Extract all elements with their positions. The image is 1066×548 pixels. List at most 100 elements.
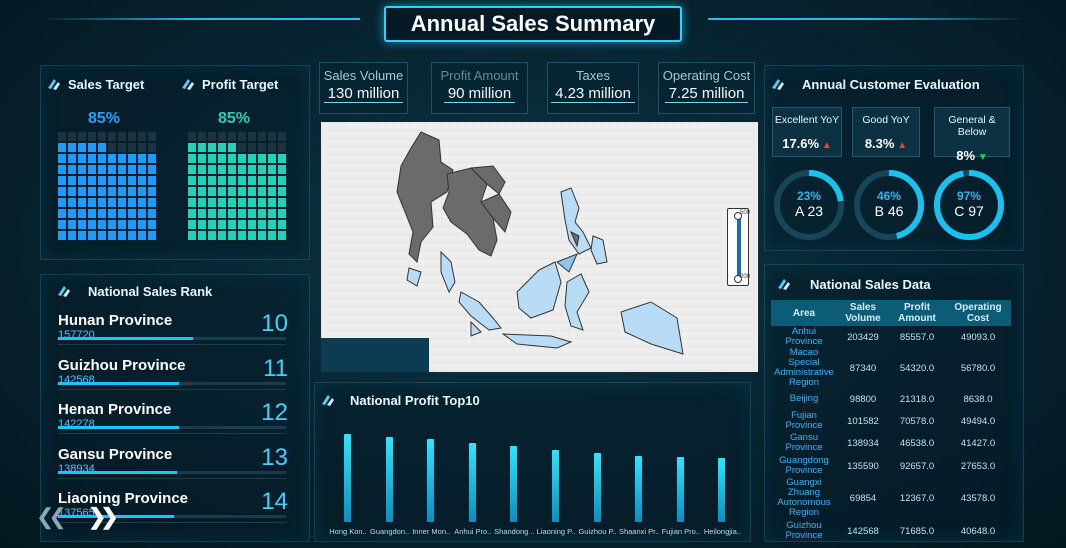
waffle-cell — [78, 198, 86, 207]
waffle-cell — [268, 154, 276, 163]
table-row[interactable]: Gansu Province 138934 46538.0 41427.0 — [771, 432, 1011, 454]
ring-percent: 97% — [956, 189, 982, 203]
table-row[interactable]: Guizhou Province 142568 71685.0 40648.0 — [771, 518, 1011, 544]
map-legend[interactable]: 500 200 — [727, 208, 751, 286]
legend-min-label: 200 — [740, 274, 751, 280]
table-row[interactable]: Macao Special Administrative Region 87340… — [771, 348, 1011, 388]
waffle-cell — [58, 231, 66, 240]
waffle-cell — [98, 198, 106, 207]
waffle-cell — [208, 132, 216, 141]
waffle-cell — [98, 231, 106, 240]
waffle-cell — [218, 231, 226, 240]
waffle-cell — [128, 209, 136, 218]
southeast-asia-map[interactable] — [321, 122, 758, 372]
waffle-cell — [58, 209, 66, 218]
cell-area: Gansu Province — [785, 432, 823, 453]
waffle-cell — [88, 220, 96, 229]
rank-separator — [58, 344, 286, 345]
ring-gauge: 23% A 23 — [769, 165, 849, 245]
eval-value: 8.3% ▲ — [864, 136, 908, 151]
profit-bar[interactable] — [593, 453, 601, 522]
waffle-cell — [208, 187, 216, 196]
profit-bar[interactable] — [427, 439, 435, 522]
cell-area: Macao Special Administrative Region — [774, 347, 834, 388]
profit-bar[interactable] — [510, 446, 518, 522]
table-row[interactable]: Guangxi Zhuang Autonomous Region 69854 123… — [771, 478, 1011, 518]
cell-value: 98800 — [849, 393, 877, 405]
waffle-cell — [58, 220, 66, 229]
cell-area: Guizhou Province — [785, 520, 823, 541]
sales-target-label: Sales Target — [68, 76, 145, 92]
ring-label: C 97 — [954, 203, 984, 219]
waffle-cell — [258, 143, 266, 152]
kpi-label: Operating Cost — [662, 68, 751, 83]
profit-bar[interactable] — [718, 457, 726, 522]
waffle-cell — [138, 143, 146, 152]
waffle-cell — [198, 231, 206, 240]
waffle-cell — [88, 132, 96, 141]
profit-bar[interactable] — [552, 449, 559, 522]
waffle-cell — [218, 187, 226, 196]
profit-category-label: Hong Kon.. — [329, 527, 367, 536]
waffle-cell — [78, 165, 86, 174]
map-panel[interactable]: 500 200 — [321, 122, 758, 372]
panel-logo-icon — [778, 279, 790, 290]
waffle-cell — [198, 187, 206, 196]
waffle-cell — [118, 187, 126, 196]
waffle-cell — [208, 198, 216, 207]
evaluation-title: Annual Customer Evaluation — [770, 76, 980, 92]
rank-row: Guizhou Province 142568 11 — [58, 355, 288, 390]
waffle-cell — [228, 209, 236, 218]
prev-page-icon[interactable]: ❮❮ — [36, 504, 67, 530]
profit-bar[interactable] — [635, 456, 643, 522]
profit-category-label: Anhui Pro.. — [454, 527, 492, 536]
kpi-value: 7.25 million — [664, 85, 749, 103]
waffle-cell — [248, 198, 256, 207]
profit-bar[interactable] — [344, 434, 351, 522]
waffle-cell — [58, 132, 66, 141]
profit-category-label: Liaoning P.. — [536, 527, 576, 536]
legend-slider-track[interactable] — [737, 215, 741, 279]
profit-bar[interactable] — [468, 442, 476, 522]
waffle-cell — [58, 198, 66, 207]
trend-down-icon: ▼ — [975, 152, 988, 163]
cell-value: 101582 — [847, 415, 879, 427]
kpi-profit-amount: Profit Amount 90 million — [431, 62, 528, 114]
waffle-cell — [238, 132, 246, 141]
waffle-cell — [188, 209, 196, 218]
profit-bar[interactable] — [385, 436, 393, 522]
table-row[interactable]: Guangdong Province 135590 92657.0 27653.0 — [771, 454, 1011, 478]
waffle-cell — [88, 154, 96, 163]
eval-good-box: Good YoY 8.3% ▲ — [852, 107, 920, 157]
next-page-icon[interactable]: ❯❯ — [88, 504, 119, 530]
waffle-cell — [68, 187, 76, 196]
waffle-cell — [258, 220, 266, 229]
rank-name: Hunan Province — [58, 312, 173, 329]
waffle-cell — [258, 231, 266, 240]
profit-bar[interactable] — [676, 456, 684, 522]
waffle-cell — [58, 165, 66, 174]
waffle-cell — [88, 143, 96, 152]
waffle-cell — [148, 143, 156, 152]
kpi-operating-cost: Operating Cost 7.25 million — [658, 62, 755, 114]
cell-value: 85557.0 — [899, 331, 935, 343]
ring-gauge: 46% B 46 — [849, 165, 929, 245]
waffle-cell — [68, 209, 76, 218]
waffle-cell — [218, 143, 226, 152]
rank-bar — [58, 381, 179, 385]
waffle-cell — [88, 209, 96, 218]
waffle-cell — [108, 132, 116, 141]
waffle-cell — [278, 154, 286, 163]
table-row[interactable]: Beijing 98800 21318.0 8638.0 — [771, 388, 1011, 410]
waffle-cell — [118, 154, 126, 163]
waffle-cell — [238, 165, 246, 174]
waffle-cell — [278, 209, 286, 218]
cell-value: 49093.0 — [960, 331, 996, 343]
waffle-cell — [148, 198, 156, 207]
table-row[interactable]: Anhui Province 203429 85557.0 49093.0 — [771, 326, 1011, 348]
waffle-cell — [268, 143, 276, 152]
table-row[interactable]: Fujian Province 101582 70578.0 49494.0 — [771, 410, 1011, 432]
cell-value: 92657.0 — [899, 460, 935, 472]
rank-bar — [58, 515, 175, 518]
waffle-cell — [248, 132, 256, 141]
